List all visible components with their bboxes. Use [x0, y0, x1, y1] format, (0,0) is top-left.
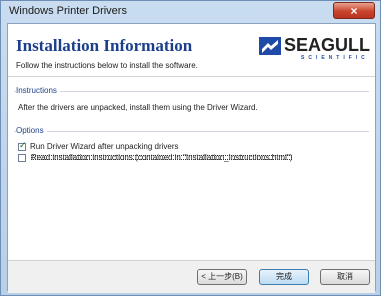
window-title: Windows Printer Drivers: [9, 5, 127, 17]
read-instructions-label[interactable]: Read installation instructions (containe…: [29, 153, 294, 162]
seagull-logo: SEAGULL SCIENTIFIC: [259, 35, 373, 65]
page-title: Installation Information: [16, 36, 193, 55]
back-button[interactable]: < 上一步(B): [197, 269, 247, 285]
instructions-group: Instructions After the drivers are unpac…: [14, 86, 369, 112]
header-panel: Installation Information Follow the inst…: [8, 24, 375, 77]
run-driver-wizard-label[interactable]: Run Driver Wizard after unpacking driver…: [30, 142, 179, 151]
button-bar: < 上一步(B) 完成 取消: [8, 260, 375, 293]
installer-window: Windows Printer Drivers × Installation I…: [0, 0, 381, 296]
dialog-client: Installation Information Follow the inst…: [7, 23, 376, 293]
close-button[interactable]: ×: [333, 2, 375, 19]
checkmark-icon: ✓: [19, 140, 27, 150]
logo-name: SEAGULL: [284, 35, 371, 55]
read-instructions-checkbox[interactable]: [18, 154, 26, 162]
cancel-button[interactable]: 取消: [320, 269, 370, 285]
run-driver-wizard-checkbox[interactable]: ✓: [18, 140, 27, 151]
instructions-group-label: Instructions: [16, 86, 60, 95]
seagull-logo-icon: [259, 37, 281, 55]
logo-subtitle: SCIENTIFIC: [301, 55, 369, 61]
options-group: Options ✓ Run Driver Wizard after unpack…: [14, 126, 369, 162]
instructions-text: After the drivers are unpacked, install …: [18, 103, 258, 112]
finish-button[interactable]: 完成: [259, 269, 309, 285]
title-bar[interactable]: Windows Printer Drivers ×: [1, 1, 380, 23]
options-group-label: Options: [16, 126, 47, 135]
page-subtitle: Follow the instructions below to install…: [16, 61, 198, 70]
